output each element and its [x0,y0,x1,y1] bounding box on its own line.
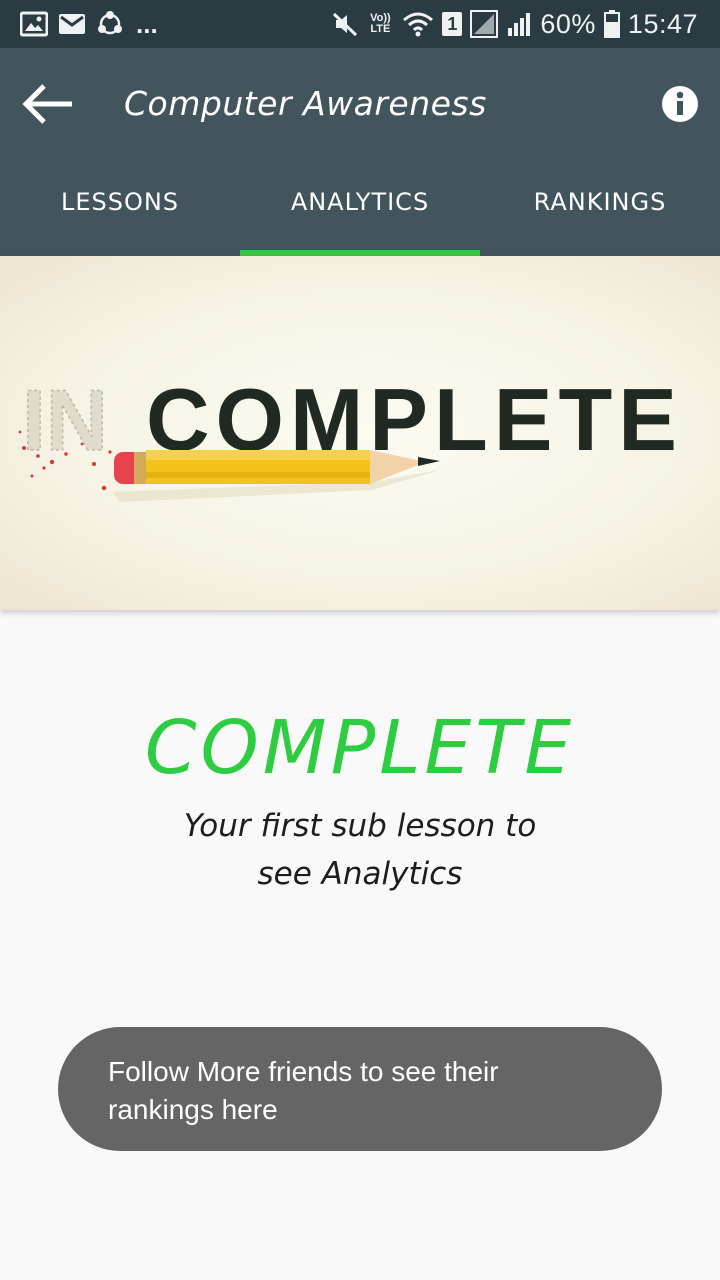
complete-subtitle: Your first sub lesson to see Analytics [183,808,537,892]
pencil-illustration [112,450,440,502]
signal-icon [506,10,532,38]
volte-indicator: Vo)) LTE [370,12,391,35]
back-button[interactable] [20,82,84,126]
mute-icon [332,11,358,37]
notification-icons: ... [20,8,158,39]
more-notifications: ... [136,8,158,39]
page-title: Computer Awareness [124,84,487,123]
toast-text: Follow More friends to see their ranking… [108,1056,499,1125]
tab-rankings[interactable]: RANKINGS [480,154,720,250]
sim-badge: 1 [442,12,463,36]
info-icon [662,86,698,122]
arrow-left-icon [22,84,72,124]
system-icons: Vo)) LTE 1 60% 15:47 [332,8,698,40]
tab-lessons[interactable]: LESSONS [0,154,240,250]
clock: 15:47 [627,8,698,39]
tab-analytics[interactable]: ANALYTICS [240,154,480,250]
complete-heading: COMPLETE [144,705,576,791]
battery-icon [603,10,620,38]
share-icon [96,10,124,38]
toast-message: Follow More friends to see their ranking… [58,1027,662,1151]
wifi-icon [402,11,434,37]
tab-bar: LESSONS ANALYTICS RANKINGS [0,160,720,256]
incomplete-banner-image: IN COMPLETE [0,256,720,610]
app-bar: Computer Awareness LESSONS ANALYTICS RAN… [0,48,720,256]
signal-r-icon [470,10,499,38]
mail-icon [58,12,86,36]
status-bar: ... Vo)) LTE 1 60% 15:47 [0,0,720,48]
image-icon [20,11,48,37]
info-button[interactable] [660,84,700,124]
battery-percent: 60% [540,8,596,39]
